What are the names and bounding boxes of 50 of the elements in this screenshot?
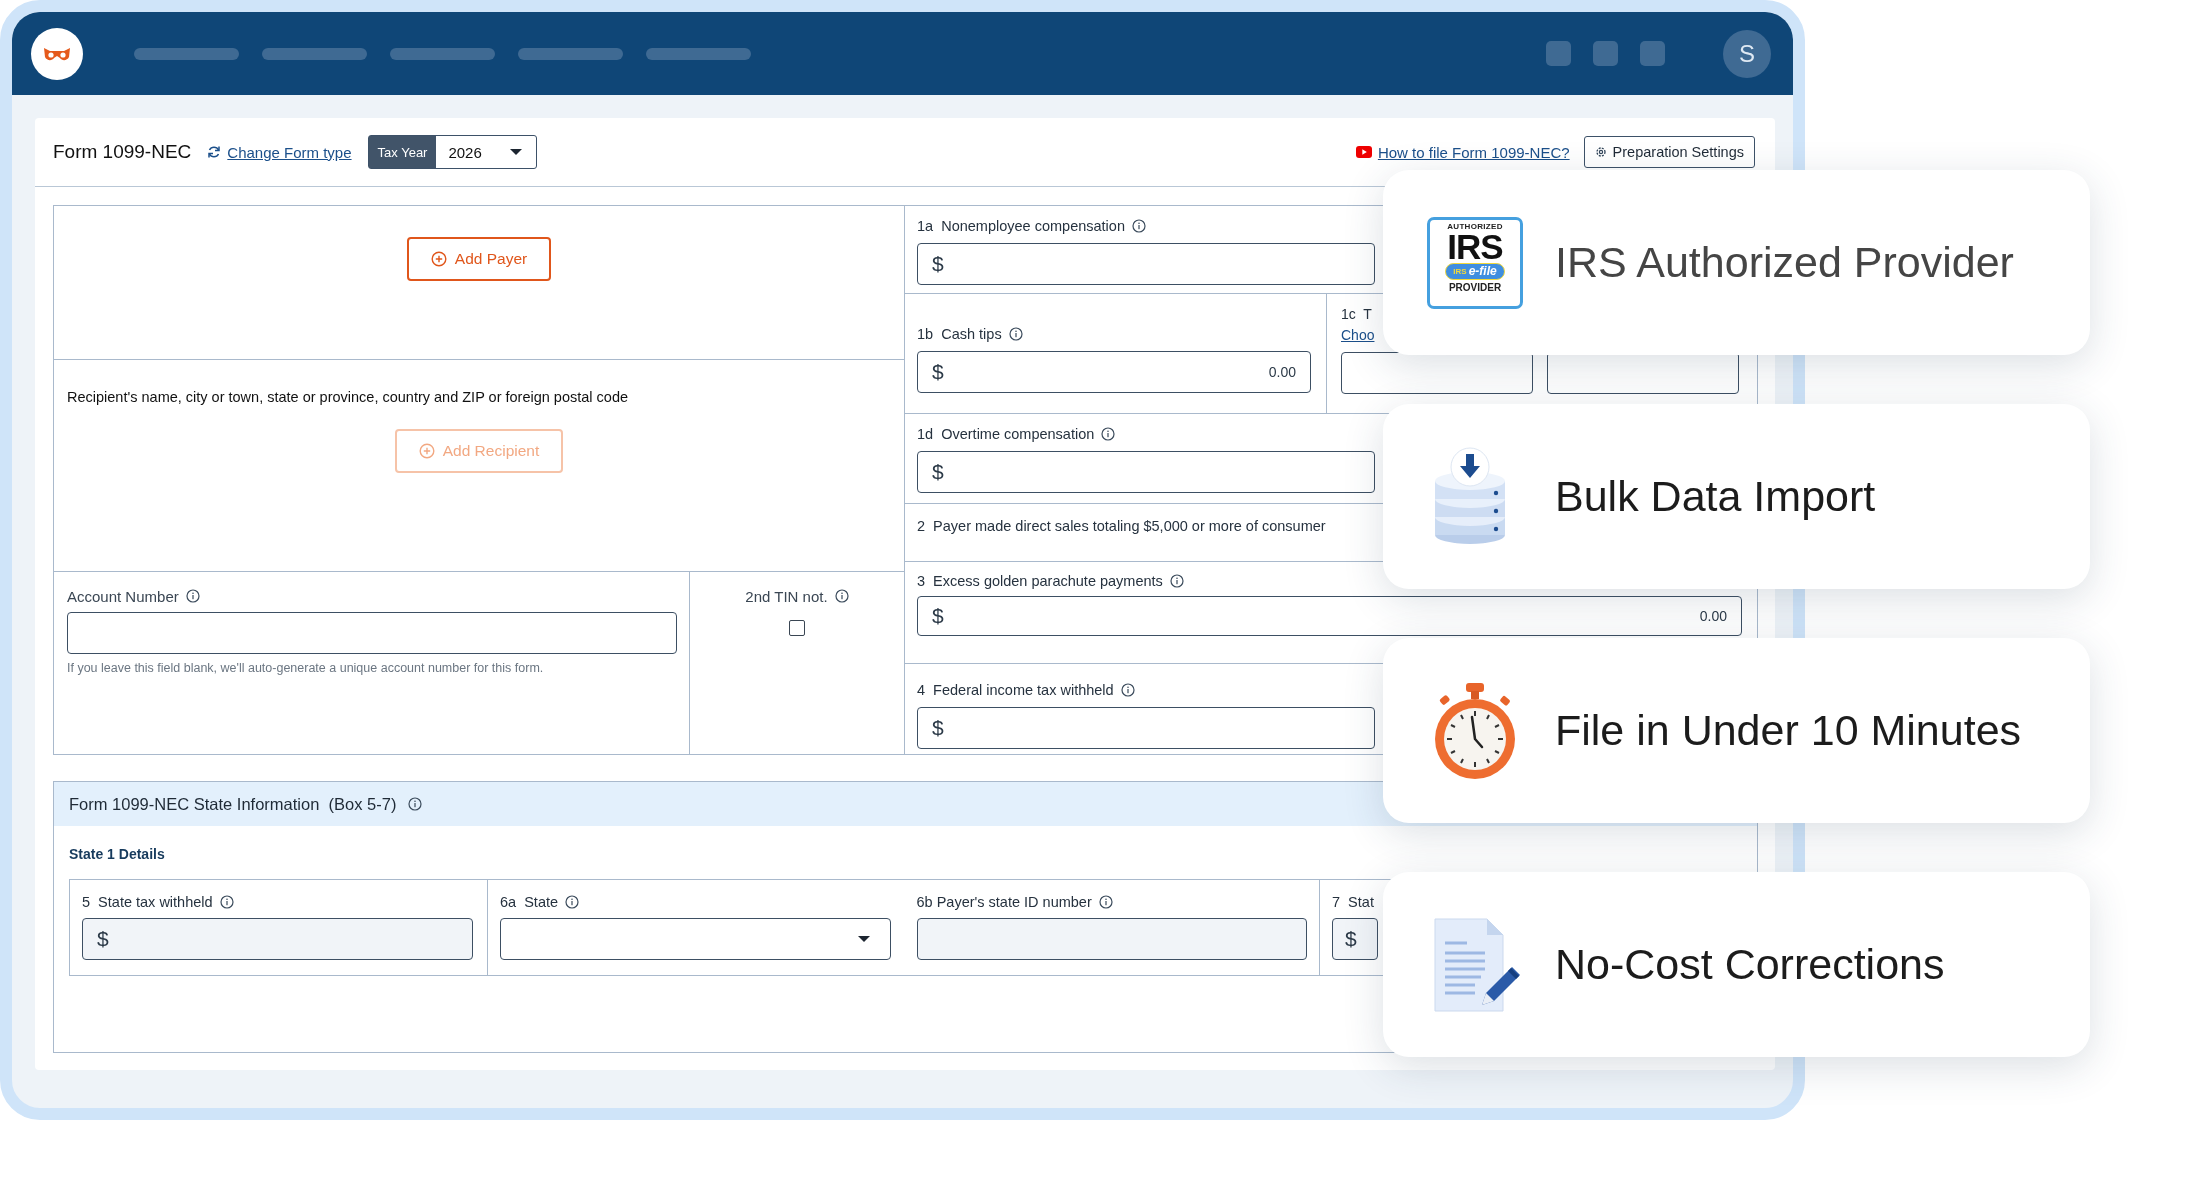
field-label: 1b Cash tips: [917, 326, 1002, 342]
checkbox[interactable]: [789, 620, 805, 636]
state-select[interactable]: [500, 918, 891, 960]
amount-field[interactable]: $: [917, 451, 1375, 493]
badge-text: AUTHORIZED: [1447, 221, 1503, 231]
field-hint: If you leave this field blank, we'll auto-generate a unique account number for this form.: [67, 661, 545, 675]
field-label: 6a State: [500, 894, 559, 910]
section-subtitle: State 1 Details: [69, 846, 166, 862]
how-to-file-link[interactable]: How to file Form 1099-NEC?: [1355, 143, 1570, 161]
amount-field[interactable]: $ 0.00: [917, 351, 1311, 393]
field-label: 2nd TIN not.: [745, 587, 828, 605]
gear-icon: [1594, 146, 1607, 158]
video-play-icon: [1355, 146, 1372, 158]
field-label: 3 Excess golden parachute payments: [917, 573, 1163, 589]
plus-circle-icon: [430, 251, 447, 267]
refresh-icon: [207, 145, 222, 159]
input-field[interactable]: [1547, 352, 1739, 394]
feature-title: Bulk Data Import: [1555, 472, 1876, 521]
amount-field[interactable]: $: [917, 707, 1375, 749]
form-title: Form 1099-NEC: [53, 141, 192, 163]
plus-circle-icon: [418, 443, 435, 459]
field-label: 1a Nonemployee compensation: [917, 218, 1125, 234]
user-avatar[interactable]: S: [1723, 29, 1771, 78]
badge-text: IRS: [1447, 230, 1503, 263]
field-label: 1c T: [1341, 306, 1372, 322]
feature-title: No-Cost Corrections: [1555, 940, 1945, 989]
change-form-type-link[interactable]: Change Form type: [207, 143, 352, 161]
choose-link[interactable]: Choo: [1341, 327, 1375, 343]
caret-icon: [857, 935, 870, 943]
section-title: Form 1099-NEC State Information (Box 5-7): [69, 794, 397, 814]
amount-field[interactable]: $: [917, 243, 1375, 285]
field-label: 1d Overtime compensation: [917, 426, 1095, 442]
field-label: Account Number: [67, 587, 179, 605]
amount-field[interactable]: $ 0.00: [917, 596, 1742, 636]
preparation-settings-button[interactable]: Preparation Settings: [1583, 136, 1755, 168]
account-number-field[interactable]: [67, 612, 677, 654]
badge-text: IRS: [1453, 266, 1467, 276]
feature-title: IRS Authorized Provider: [1555, 238, 2014, 287]
field-label: 7 Stat: [1332, 894, 1374, 910]
input-field[interactable]: [1341, 352, 1533, 394]
field-label: 6b Payer's state ID number: [916, 894, 1092, 910]
add-payer-button[interactable]: Add Payer: [406, 237, 552, 281]
badge-text: PROVIDER: [1448, 281, 1502, 293]
field-label: 2 Payer made direct sales totaling $5,000 or more of consumer: [917, 518, 1326, 534]
recipient-label: Recipient's name, city or town, state or province, country and ZIP or foreign postal code: [67, 389, 629, 405]
logo-icon: [31, 27, 83, 80]
field-label: 4 Federal income tax withheld: [917, 682, 1114, 698]
feature-title: File in Under 10 Minutes: [1555, 706, 2022, 755]
badge-text: e-file: [1468, 264, 1497, 278]
field-label: 5 State tax withheld: [82, 894, 213, 910]
